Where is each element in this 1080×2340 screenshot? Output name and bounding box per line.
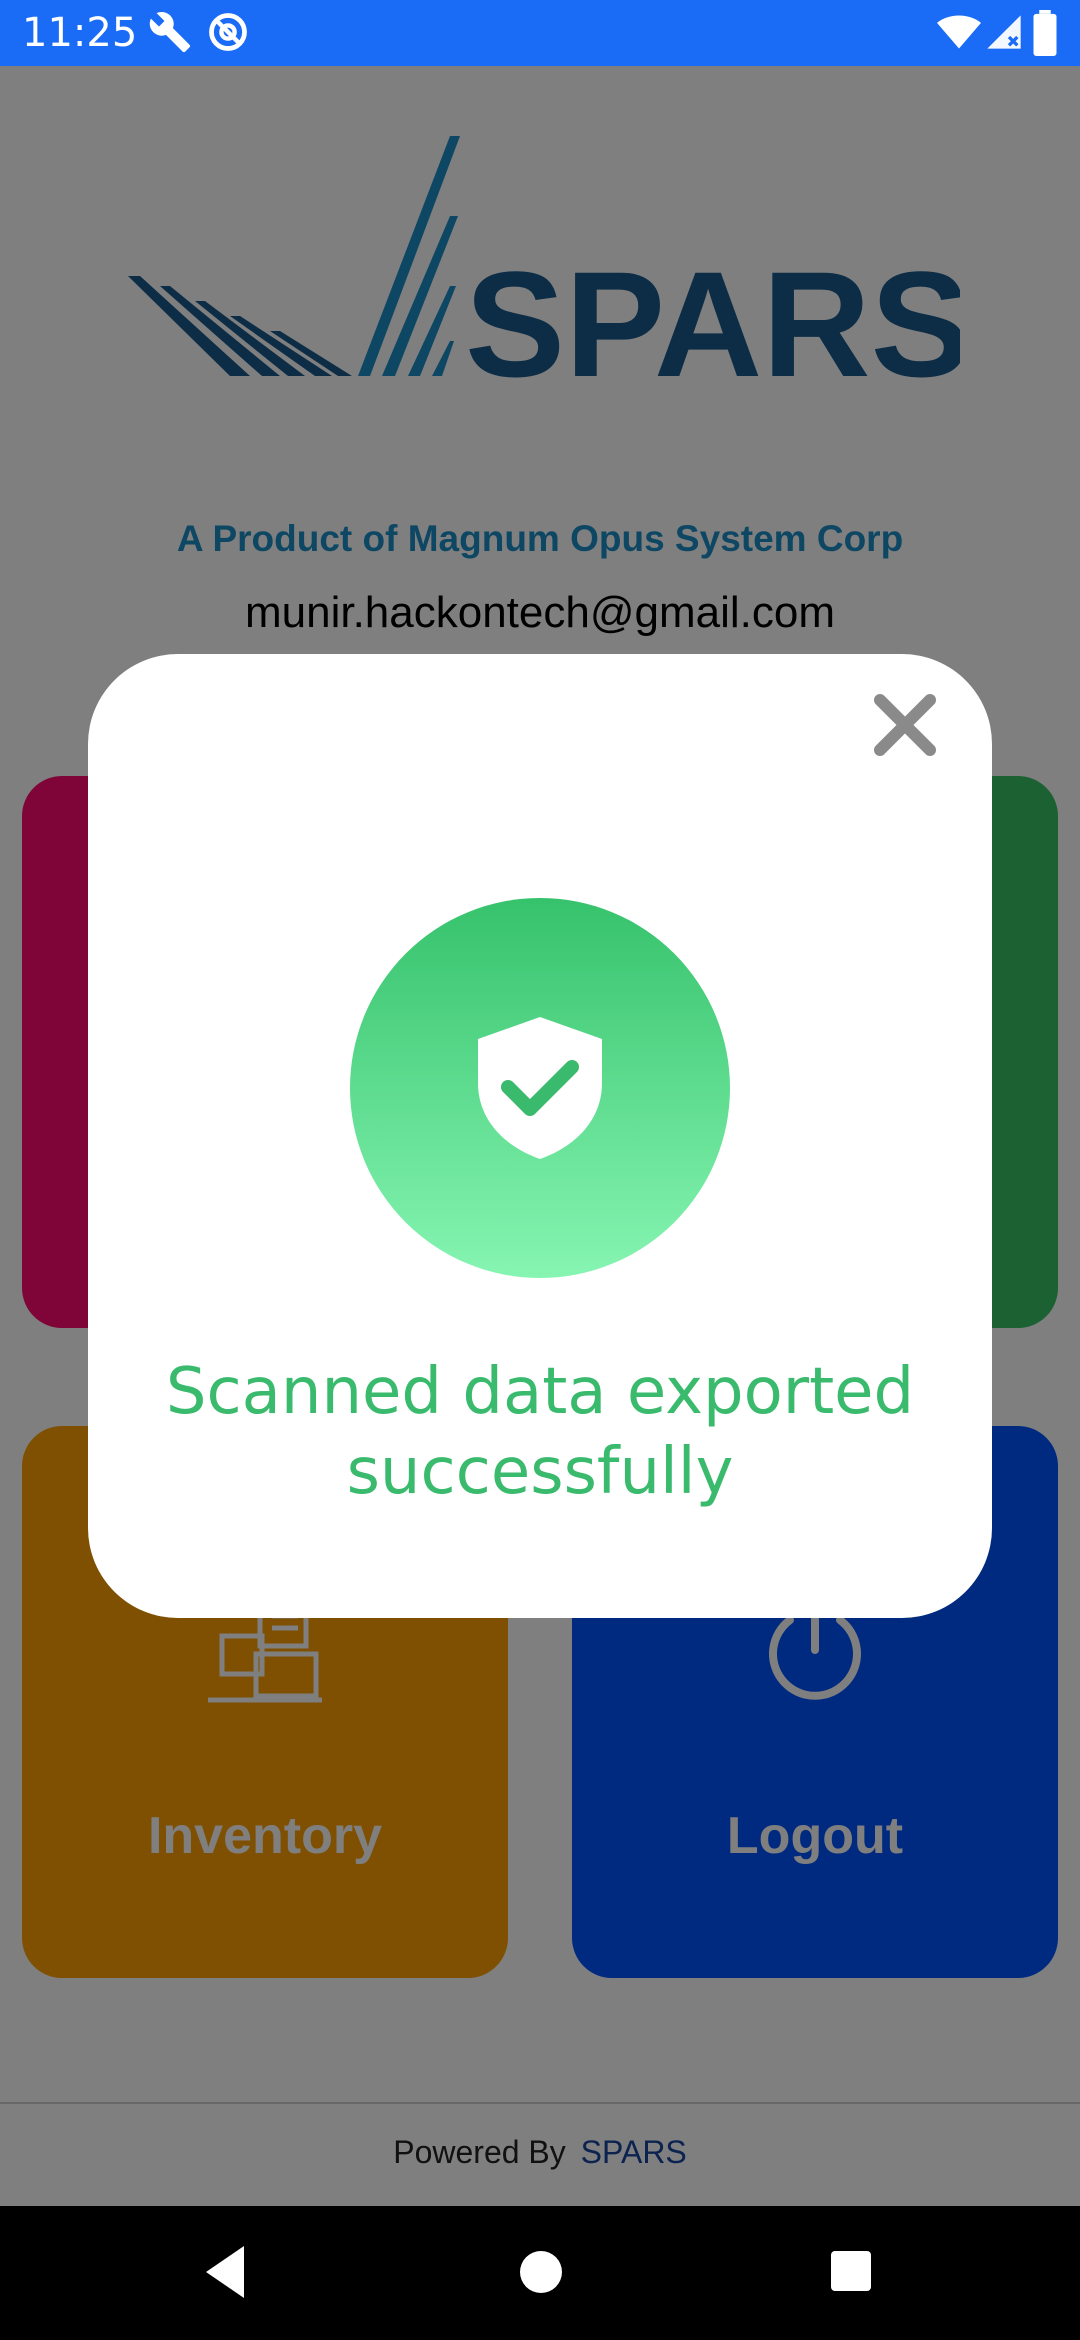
wrench-icon	[149, 12, 191, 53]
close-icon[interactable]	[870, 690, 940, 760]
status-bar: 11:25	[0, 0, 1080, 66]
shield-check-icon	[478, 1017, 602, 1159]
status-time: 11:25	[22, 10, 138, 56]
no-location-icon	[209, 13, 247, 51]
back-icon[interactable]	[200, 2242, 250, 2302]
success-dialog: Scanned data exported successfully	[88, 654, 992, 1618]
battery-icon	[1033, 10, 1057, 56]
signal-icon	[987, 15, 1021, 49]
success-message: Scanned data exported successfully	[165, 1355, 915, 1509]
recents-icon[interactable]	[828, 2242, 874, 2302]
navigation-bar	[0, 2206, 1080, 2340]
home-icon[interactable]	[518, 2242, 564, 2302]
wifi-icon	[937, 15, 981, 49]
success-badge	[350, 898, 730, 1278]
